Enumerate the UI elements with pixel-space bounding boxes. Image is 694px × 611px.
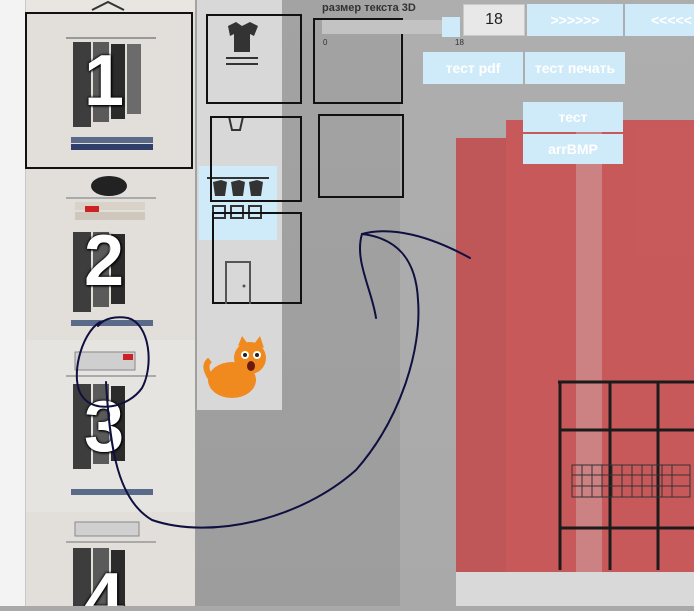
arrbmp-button[interactable]: arrBMP	[523, 134, 623, 164]
thumbnail-number: 2	[84, 221, 125, 301]
test-print-button[interactable]: тест печать	[525, 52, 625, 84]
tshirt-shelf-icon	[206, 14, 302, 104]
chevron-up-icon[interactable]	[86, 0, 130, 12]
scroll-up-arrow-icon[interactable]	[0, 0, 106, 606]
thumbnail-number: 3	[84, 387, 125, 467]
text-size-label: размер текста 3D	[322, 2, 416, 14]
slider-max-label: 18	[455, 38, 464, 47]
text-size-value[interactable]: 18	[463, 4, 525, 36]
panel-scrollbar[interactable]	[0, 0, 106, 606]
door-icon	[212, 212, 302, 311]
cat-sticker-icon	[203, 336, 266, 398]
selection-frame	[25, 12, 193, 169]
configuration-thumbnail-2[interactable]: 2	[26, 170, 195, 340]
text-size-slider[interactable]	[322, 17, 460, 37]
configuration-thumbnail-3[interactable]: 3	[26, 340, 195, 512]
previous-button[interactable]: <<<<<	[625, 4, 694, 36]
cat-sticker[interactable]	[202, 336, 274, 402]
test-button[interactable]: тест	[523, 102, 623, 132]
floor	[456, 572, 694, 606]
door-tool[interactable]	[212, 212, 302, 311]
test-pdf-button[interactable]: тест pdf	[423, 52, 523, 84]
thumbnail-number: 4	[84, 559, 125, 606]
configuration-thumbnail-4[interactable]: 4	[26, 512, 195, 606]
next-button[interactable]: >>>>>>	[527, 4, 623, 36]
tshirt-shelf-tool[interactable]	[206, 14, 302, 104]
slider-thumb[interactable]	[442, 17, 460, 37]
empty-slot-2[interactable]	[318, 114, 404, 198]
rack-model	[558, 380, 694, 570]
slider-min-label: 0	[323, 38, 328, 47]
